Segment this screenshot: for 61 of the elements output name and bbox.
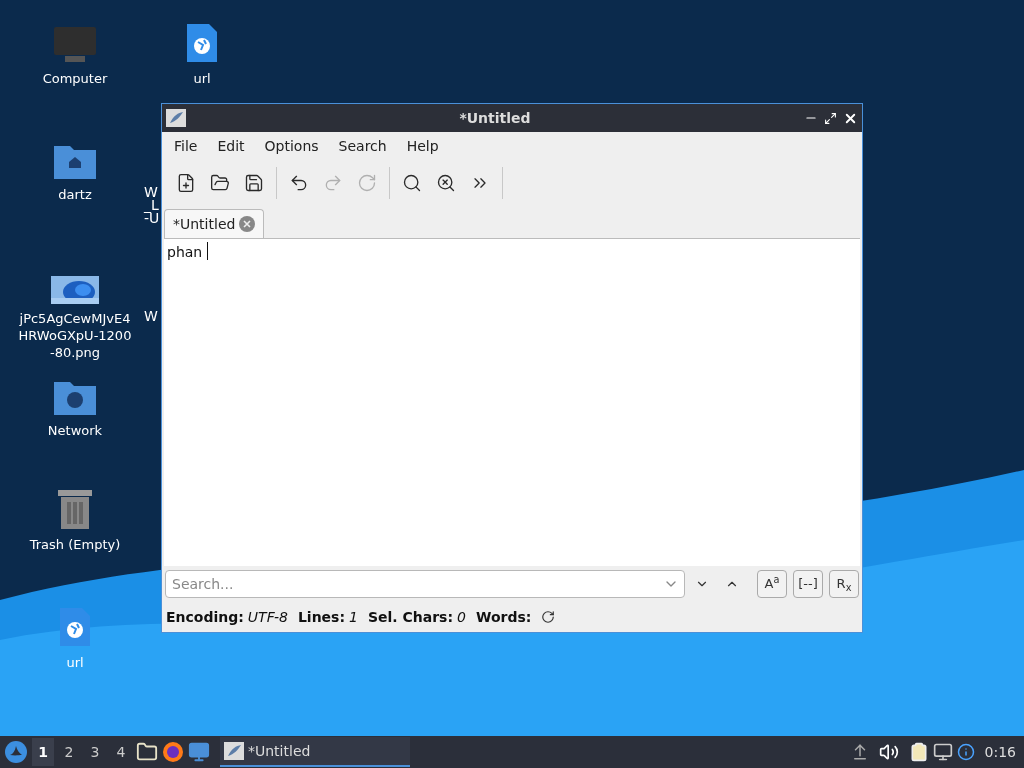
notification-icon[interactable] (956, 743, 975, 761)
menu-item[interactable]: File (164, 136, 208, 157)
task-label: *Untitled (248, 741, 311, 761)
search-field[interactable]: Search... (165, 570, 685, 598)
maximize-icon[interactable] (824, 111, 837, 125)
browser-icon[interactable] (162, 741, 184, 763)
reload-icon (357, 173, 377, 193)
icon-label: W (144, 310, 158, 323)
status-value: 0 (457, 607, 466, 627)
task-button[interactable]: *Untitled (220, 737, 410, 767)
undo-icon (289, 173, 309, 193)
globe-file-icon (185, 22, 219, 64)
tab[interactable]: *Untitled (164, 209, 265, 238)
status-label: Encoding: (166, 607, 244, 627)
icon-label[interactable]: Trash (Empty) (29, 536, 121, 553)
option-button[interactable]: R$_{x}$ (829, 570, 859, 598)
icon-label[interactable]: dartz (58, 186, 92, 203)
file-manager-icon[interactable] (136, 741, 158, 763)
text-area[interactable]: phan (164, 238, 860, 566)
feather-icon (166, 109, 186, 127)
menu-item[interactable]: Edit (207, 136, 255, 157)
icon-label[interactable]: Network (47, 422, 103, 439)
editor-text: phan (167, 243, 204, 262)
icon-label[interactable]: Computer (42, 70, 108, 87)
search-icon (402, 173, 422, 193)
status-label: Sel. Chars: (367, 607, 454, 627)
menu-item[interactable]: Search (328, 136, 397, 157)
monitor-icon (53, 26, 97, 64)
folder-icon (210, 173, 230, 193)
icon-label: _L (144, 199, 160, 212)
volume-icon[interactable] (878, 742, 899, 762)
icon-label: -U (144, 212, 160, 225)
new-file-icon (176, 173, 196, 193)
trash-icon (56, 488, 94, 530)
clock[interactable]: 0:16 (984, 741, 1016, 763)
search-cross-icon (436, 173, 456, 193)
tab-label: *Untitled (173, 214, 236, 234)
icon-label[interactable]: url (193, 70, 211, 87)
desktop-icon[interactable] (188, 741, 210, 763)
status-value: UTF-8 (247, 607, 288, 627)
status-value: 1 (349, 607, 358, 627)
workspace-button[interactable]: 4 (110, 738, 132, 766)
option-button[interactable]: A$^{a}$ (757, 570, 787, 598)
floppy-icon (244, 173, 264, 193)
globe-file-icon (58, 606, 92, 648)
icon-label[interactable]: jPc5AgCewMJvE4HRWoGXpU-1200-80.png (17, 310, 133, 361)
icon-label: W (144, 186, 159, 199)
window-title: *Untitled (458, 108, 532, 128)
workspace-button[interactable]: 3 (84, 738, 106, 766)
redo-icon (323, 173, 343, 193)
network-icon[interactable] (932, 742, 953, 762)
workspace-button[interactable]: 1 (32, 738, 54, 766)
feather-icon (224, 742, 244, 760)
status-label: Words: (475, 607, 532, 627)
menu-item[interactable]: Options (254, 136, 329, 157)
status-label: Lines: (297, 607, 346, 627)
menu-item[interactable]: Help (396, 136, 449, 157)
option-button[interactable]: [--] (793, 570, 823, 598)
refresh-icon[interactable] (541, 610, 556, 624)
start-menu-icon[interactable] (4, 740, 28, 764)
workspace-button[interactable]: 2 (58, 738, 80, 766)
